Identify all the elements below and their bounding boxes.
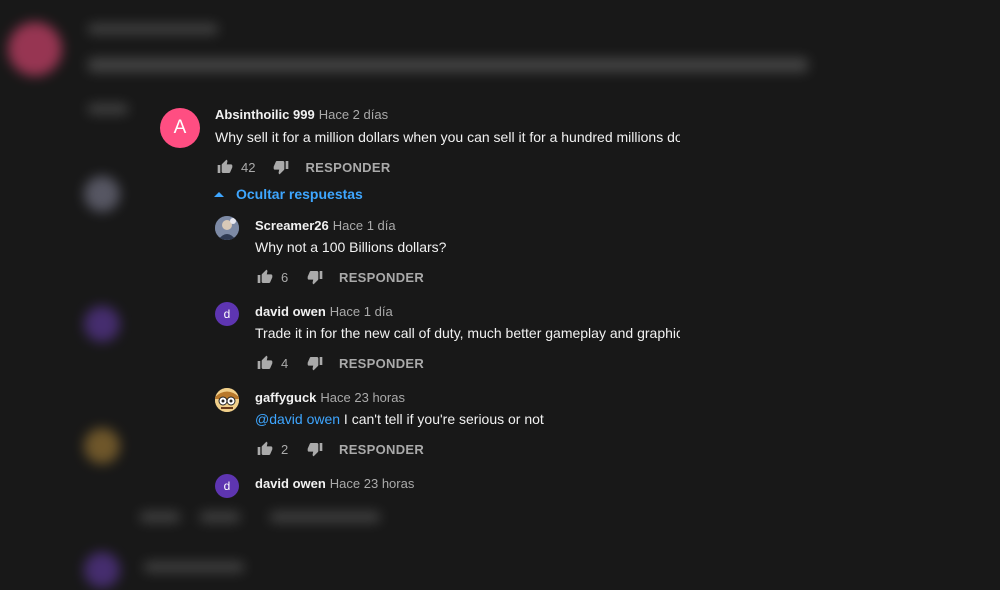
comment-actions: 6 RESPONDER [255,267,424,287]
comment-text-body: I can't tell if you're serious or not [340,411,544,427]
like-count: 42 [241,159,256,175]
like-count: 4 [281,355,289,371]
author-name[interactable]: david owen [255,476,326,491]
comment-time[interactable]: Hace 23 horas [320,390,405,405]
hide-replies-toggle[interactable]: Ocultar respuestas [214,186,363,202]
comment-time[interactable]: Hace 23 horas [330,476,415,491]
author-name[interactable]: Absinthoilic 999 [215,107,315,122]
thumbs-down-icon[interactable] [305,353,325,373]
thumbs-up-icon[interactable] [255,353,275,373]
thumbs-up-icon[interactable] [255,439,275,459]
comment-time[interactable]: Hace 2 días [319,107,388,122]
reply-button[interactable]: RESPONDER [305,160,390,175]
bg-bar-7 [144,562,244,572]
cartoon-face-icon [215,388,239,412]
bg-bar-4 [140,512,180,522]
comment-text: Why not a 100 Billions dollars? [255,239,447,255]
reply-button[interactable]: RESPONDER [339,270,424,285]
comment-time[interactable]: Hace 1 día [330,304,393,319]
bg-bar-2 [88,58,808,72]
thumbs-down-icon[interactable] [305,267,325,287]
avatar-letter: A [173,117,187,138]
comment-author[interactable]: Absinthoilic 999 Hace 2 días [215,107,388,122]
bg-avatar-1 [8,22,62,76]
avatar[interactable]: d [215,302,239,326]
reply-button[interactable]: RESPONDER [339,356,424,371]
avatar[interactable] [215,216,239,240]
comment-text: Why sell it for a million dollars when y… [215,129,680,145]
comment-author[interactable]: david owen Hace 1 día [255,304,393,319]
comment-thread: A Absinthoilic 999 Hace 2 días Why sell i… [140,94,680,498]
avatar[interactable]: A [160,108,200,148]
comment-actions: 4 RESPONDER [255,353,424,373]
thumbs-down-icon[interactable] [305,439,325,459]
comment-author[interactable]: Screamer26 Hace 1 día [255,218,396,233]
mention-link[interactable]: @david owen [255,411,340,427]
like-count: 6 [281,269,289,285]
bg-avatar-2 [84,176,120,212]
author-name[interactable]: gaffyguck [255,390,316,405]
user-photo-icon [215,216,239,240]
reply-button[interactable]: RESPONDER [339,442,424,457]
avatar[interactable]: d [215,474,239,498]
bg-bar-3 [88,104,128,114]
thumbs-up-icon[interactable] [255,267,275,287]
avatar-letter: d [223,479,231,493]
thumbs-up-icon[interactable] [215,157,235,177]
comment-text: Trade it in for the new call of duty, mu… [255,325,680,341]
bg-avatar-3 [84,306,120,342]
comment-author[interactable]: gaffyguck Hace 23 horas [255,390,405,405]
comment-text: @david owen I can't tell if you're serio… [255,411,544,427]
author-name[interactable]: david owen [255,304,326,319]
bg-bar-1 [88,24,218,34]
comment-time[interactable]: Hace 1 día [333,218,396,233]
caret-up-icon [214,192,224,197]
bg-avatar-5 [84,552,120,588]
avatar[interactable] [215,388,239,412]
avatar-letter: d [223,307,231,321]
comment-actions: 2 RESPONDER [255,439,424,459]
author-name[interactable]: Screamer26 [255,218,329,233]
comment-actions: 42 RESPONDER [215,157,391,177]
comment-author[interactable]: david owen Hace 23 horas [255,476,414,491]
like-count: 2 [281,441,289,457]
bg-bar-5 [200,512,240,522]
bg-avatar-4 [84,428,120,464]
toggle-label: Ocultar respuestas [236,186,363,202]
bg-bar-6 [270,512,380,522]
thumbs-down-icon[interactable] [271,157,291,177]
